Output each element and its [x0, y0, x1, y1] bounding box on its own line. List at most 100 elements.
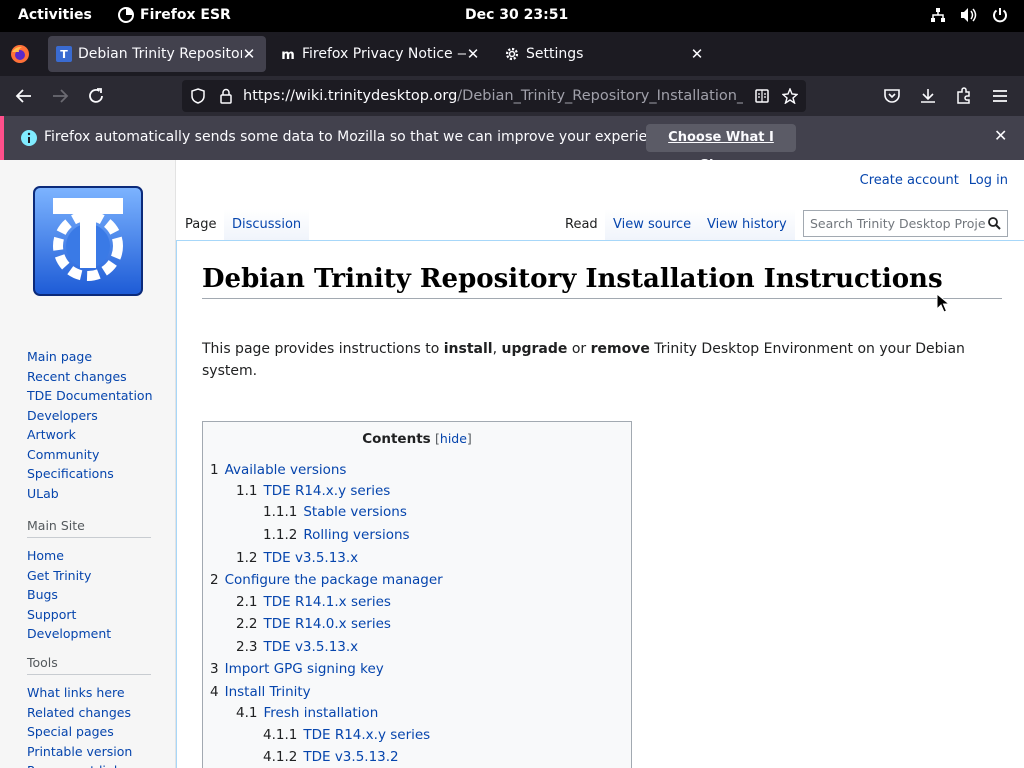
close-tab-icon[interactable]: ✕ — [240, 45, 258, 63]
close-tab-icon[interactable]: ✕ — [688, 45, 706, 63]
toc-item[interactable]: 3 Import GPG signing key — [210, 661, 384, 677]
sidebar-tools-link[interactable]: Special pages — [27, 722, 151, 742]
tab-debian-trinity[interactable]: T Debian Trinity Repository ✕ — [48, 36, 266, 72]
tab-view-history[interactable]: View history — [699, 209, 795, 241]
toc-item-number: 4 — [210, 684, 219, 700]
sidebar-tools-link[interactable]: Related changes — [27, 703, 151, 723]
sidebar-main-site-link[interactable]: Support — [27, 605, 151, 625]
close-notification-icon[interactable]: ✕ — [994, 126, 1007, 145]
toc-item[interactable]: 4 Install Trinity — [210, 684, 311, 700]
sidebar-nav-link[interactable]: Developers — [27, 406, 153, 426]
mozilla-favicon-icon: m — [280, 46, 296, 62]
toc-item[interactable]: 1 Available versions — [210, 462, 346, 478]
trinity-logo[interactable] — [33, 186, 143, 296]
sidebar-nav-link[interactable]: Recent changes — [27, 367, 153, 387]
sidebar-nav-link[interactable]: Specifications — [27, 464, 153, 484]
tab-discussion[interactable]: Discussion — [224, 209, 310, 241]
tab-settings[interactable]: Settings ✕ — [496, 36, 714, 72]
choose-what-i-share-button[interactable]: Choose What I Share — [646, 124, 796, 173]
extensions-puzzle-icon[interactable] — [954, 86, 974, 106]
tracking-protection-shield-icon[interactable] — [190, 88, 206, 104]
article-content: Debian Trinity Repository Installation I… — [176, 240, 1024, 768]
sidebar-tools-link[interactable]: What links here — [27, 683, 151, 703]
url-host: https://wiki.trinitydesktop.org — [243, 88, 458, 104]
toc-item-text: Stable versions — [303, 504, 407, 520]
sidebar-nav-link[interactable]: Artwork — [27, 425, 153, 445]
bookmark-star-icon[interactable] — [782, 88, 798, 104]
toc-item[interactable]: 2.2 TDE R14.0.x series — [236, 616, 391, 632]
toc-toggle: [hide] — [435, 431, 472, 446]
toc-item-number: 2.1 — [236, 594, 258, 610]
clock[interactable]: Dec 30 23:51 — [465, 7, 568, 23]
toc-item-number: 3 — [210, 661, 219, 677]
sidebar-nav-link[interactable]: TDE Documentation — [27, 386, 153, 406]
sidebar-nav-link[interactable]: Community — [27, 445, 153, 465]
url-text[interactable]: https://wiki.trinitydesktop.org/Debian_T… — [243, 88, 743, 104]
app-name: Firefox ESR — [140, 7, 231, 23]
toc-item-text: TDE R14.0.x series — [263, 616, 391, 632]
toc-item[interactable]: 4.1.1 TDE R14.x.y series — [263, 727, 430, 743]
system-top-bar: Activities Firefox ESR Dec 30 23:51 — [0, 0, 1024, 32]
back-arrow-icon[interactable] — [14, 86, 34, 106]
toc-hide-link[interactable]: hide — [440, 431, 467, 446]
toc-item[interactable]: 2.3 TDE v3.5.13.x — [236, 639, 358, 655]
toc-item[interactable]: 2 Configure the package manager — [210, 572, 443, 588]
toc-item-text: Rolling versions — [303, 527, 410, 543]
wiki-search-input[interactable]: Search Trinity Desktop Project — [803, 210, 1008, 237]
toc-item[interactable]: 4.1.2 TDE v3.5.13.2 — [263, 749, 399, 765]
toc-item[interactable]: 4.1 Fresh installation — [236, 705, 378, 721]
address-bar[interactable]: https://wiki.trinitydesktop.org/Debian_T… — [182, 80, 806, 112]
app-menu[interactable]: Firefox ESR — [118, 7, 231, 23]
firefox-view-icon[interactable] — [10, 44, 30, 64]
toc-item-text: Import GPG signing key — [224, 661, 384, 677]
sidebar-tools-link[interactable]: Permanent link — [27, 761, 151, 768]
toc-item[interactable]: 1.1.1 Stable versions — [263, 504, 407, 520]
toc-item[interactable]: 1.2 TDE v3.5.13.x — [236, 550, 358, 566]
sidebar-main-site-link[interactable]: Get Trinity — [27, 566, 151, 586]
toc-item-text: TDE v3.5.13.x — [263, 550, 359, 566]
reader-view-icon[interactable] — [754, 88, 770, 104]
tab-view-source[interactable]: View source — [605, 209, 700, 241]
sidebar-nav-link[interactable]: Main page — [27, 347, 153, 367]
close-tab-icon[interactable]: ✕ — [464, 45, 482, 63]
sidebar-nav-link[interactable]: ULab — [27, 484, 153, 504]
system-tray[interactable] — [930, 7, 1008, 23]
main-site-heading: Main Site — [27, 518, 151, 538]
toc-item-number: 4.1 — [236, 705, 258, 721]
toc-item-number: 2.3 — [236, 639, 258, 655]
volume-icon — [961, 8, 977, 22]
lock-icon[interactable] — [218, 88, 234, 104]
activities-button[interactable]: Activities — [18, 7, 92, 23]
gear-icon — [505, 47, 519, 61]
intro-text: or — [567, 341, 591, 357]
toc-item-text: Install Trinity — [224, 684, 311, 700]
hamburger-menu-icon[interactable] — [990, 86, 1010, 106]
toc-item[interactable]: 1.1 TDE R14.x.y series — [236, 483, 390, 499]
tab-label: Debian Trinity Repository — [78, 46, 242, 62]
tab-label: Firefox Privacy Notice — Mozilla — [302, 46, 466, 62]
search-icon[interactable] — [988, 217, 1001, 230]
toc-item-text: TDE v3.5.13.2 — [303, 749, 399, 765]
sidebar-main-site-link[interactable]: Home — [27, 546, 151, 566]
power-icon — [993, 8, 1007, 23]
tab-page[interactable]: Page — [177, 209, 225, 241]
toc-item-number: 4.1.2 — [263, 749, 298, 765]
downloads-icon[interactable] — [918, 86, 938, 106]
tab-read[interactable]: Read — [557, 209, 606, 241]
tab-firefox-privacy[interactable]: m Firefox Privacy Notice — Mozilla ✕ — [272, 36, 490, 72]
toc-item[interactable]: 2.1 TDE R14.1.x series — [236, 594, 391, 610]
trinity-favicon-icon: T — [56, 46, 72, 62]
main-site-links: Home Get Trinity Bugs Support Development — [27, 546, 151, 644]
toc-item-number: 1.1 — [236, 483, 258, 499]
wiki-sidebar: Main page Recent changes TDE Documentation… — [0, 160, 176, 768]
sidebar-main-site-link[interactable]: Development — [27, 624, 151, 644]
toc-item[interactable]: 1.1.2 Rolling versions — [263, 527, 410, 543]
pocket-icon[interactable] — [882, 86, 902, 106]
reload-icon[interactable] — [86, 86, 106, 106]
sidebar-main-site-link[interactable]: Bugs — [27, 585, 151, 605]
forward-arrow-icon[interactable] — [50, 86, 70, 106]
create-account-link[interactable]: Create account — [860, 173, 959, 188]
nav-links: Main page Recent changes TDE Documentation… — [27, 347, 153, 503]
login-link[interactable]: Log in — [969, 173, 1008, 188]
sidebar-tools-link[interactable]: Printable version — [27, 742, 151, 762]
